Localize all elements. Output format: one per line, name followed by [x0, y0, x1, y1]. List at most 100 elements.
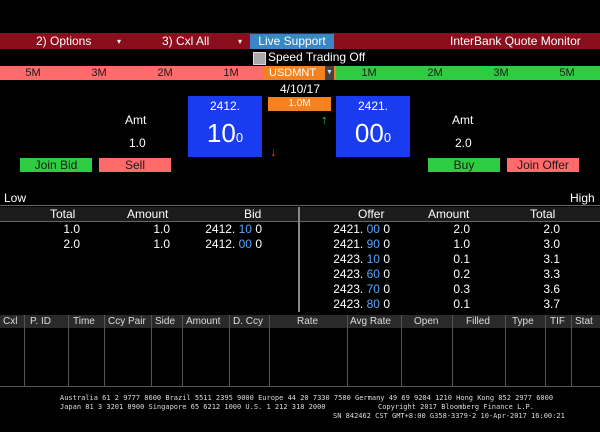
bid-big-figure: 2412. [209, 99, 241, 113]
tenor-right-5m[interactable]: 5M [534, 66, 600, 80]
column-divider [68, 315, 69, 386]
column-divider [347, 315, 348, 386]
header-amount-bid: Amount [127, 207, 169, 221]
currency-pair-select[interactable]: USDMNT ▼ [264, 66, 336, 80]
buy-button[interactable]: Buy [428, 158, 500, 172]
join-bid-button[interactable]: Join Bid [20, 158, 92, 172]
offer-big-figure: 2421. [357, 99, 389, 113]
live-support-button[interactable]: Live Support [250, 34, 334, 49]
currency-pair-value: USDMNT [269, 67, 317, 79]
orders-col-type[interactable]: Type [512, 315, 534, 328]
options-label: 2) Options [36, 34, 92, 48]
table-row[interactable]: 1.0 1.0 2412. 10 0 [0, 222, 298, 236]
table-row[interactable]: 2423. 10 0 0.1 3.1 [300, 252, 600, 266]
orders-col-filled[interactable]: Filled [466, 315, 490, 328]
tenor-left-2m[interactable]: 2M [132, 66, 198, 80]
offer-price: 2421. 90 0 [333, 237, 390, 251]
tenor-right-1m[interactable]: 1M [336, 66, 402, 80]
orders-col-time[interactable]: Time [73, 315, 95, 328]
options-dropdown-icon[interactable]: ▾ [117, 34, 121, 50]
column-divider [104, 315, 105, 386]
orders-col-ccy-pair[interactable]: Ccy Pair [108, 315, 146, 328]
offer-total: 3.7 [543, 297, 560, 311]
orders-col-dccy[interactable]: D. Ccy [233, 315, 263, 328]
cancel-all-label: 3) Cxl All [162, 34, 210, 48]
column-divider [269, 315, 270, 386]
offer-amount: 0.2 [453, 267, 470, 281]
offer-total: 3.0 [543, 237, 560, 251]
tenor-left-5m[interactable]: 5M [0, 66, 66, 80]
footer-copyright: Copyright 2017 Bloomberg Finance L.P. [378, 403, 534, 411]
sell-button[interactable]: Sell [99, 158, 171, 172]
bid-amount-value: 1.0 [129, 136, 146, 150]
offer-price: 2423. 80 0 [333, 297, 390, 311]
speed-trading-toggle[interactable] [253, 52, 266, 65]
column-divider [401, 315, 402, 386]
offer-total: 3.6 [543, 282, 560, 296]
low-label: Low [4, 191, 27, 205]
up-arrow-icon: ↑ [321, 112, 328, 127]
offer-amount: 1.0 [453, 237, 470, 251]
orders-col-side[interactable]: Side [155, 315, 175, 328]
offer-price: 2423. 70 0 [333, 282, 390, 296]
offer-amount-value: 2.0 [455, 136, 472, 150]
header-total-offer: Total [530, 207, 556, 221]
column-divider [151, 315, 152, 386]
tenor-left-1m[interactable]: 1M [198, 66, 264, 80]
table-row[interactable]: 2.0 1.0 2412. 00 0 [0, 237, 298, 251]
orders-col-cxl[interactable]: Cxl [3, 315, 17, 328]
orders-bottom-border [0, 386, 600, 387]
offer-amount: 0.1 [453, 252, 470, 266]
footer-contacts-line2: Japan 81 3 3201 8900 Singapore 65 6212 1… [60, 403, 326, 411]
footer-session-info: SN 842462 CST GMT+8:00 G358-3379-2 10-Ap… [333, 412, 565, 420]
table-row[interactable]: 2423. 80 0 0.1 3.7 [300, 297, 600, 311]
column-divider [505, 315, 506, 386]
tenor-right-3m[interactable]: 3M [468, 66, 534, 80]
offer-total: 3.1 [543, 252, 560, 266]
speed-trading-label: Speed Trading Off [268, 50, 366, 64]
bid-price: 2412. 10 0 [205, 222, 262, 236]
offer-pips: 000 [354, 118, 392, 148]
orders-col-avg-rate[interactable]: Avg Rate [350, 315, 391, 328]
column-divider [571, 315, 572, 386]
amount-select[interactable]: 1.0M [268, 97, 331, 111]
table-row[interactable]: 2421. 00 0 2.0 2.0 [300, 222, 600, 236]
header-bid: Bid [244, 207, 262, 221]
bid-amount: 1.0 [153, 222, 170, 236]
column-divider [545, 315, 546, 386]
bid-total: 2.0 [63, 237, 80, 251]
orders-col-stat[interactable]: Stat [575, 315, 593, 328]
window-title: InterBank Quote Monitor [450, 34, 581, 48]
header-amount-offer: Amount [428, 207, 470, 221]
offer-price: 2423. 10 0 [333, 252, 390, 266]
column-divider [182, 315, 183, 386]
column-divider [452, 315, 453, 386]
offer-total: 3.3 [543, 267, 560, 281]
chevron-down-icon[interactable]: ▼ [325, 66, 334, 80]
orders-col-amount[interactable]: Amount [186, 315, 220, 328]
offer-amount-label: Amt [452, 113, 474, 127]
divider [0, 205, 600, 206]
table-row[interactable]: 2421. 90 0 1.0 3.0 [300, 237, 600, 251]
orders-col-open[interactable]: Open [414, 315, 438, 328]
high-label: High [570, 191, 595, 205]
bid-amount: 1.0 [153, 237, 170, 251]
orders-col-pid[interactable]: P. ID [30, 315, 51, 328]
join-offer-button[interactable]: Join Offer [507, 158, 579, 172]
cancel-all-dropdown-icon[interactable]: ▾ [238, 34, 242, 50]
offer-amount: 2.0 [453, 222, 470, 236]
tenor-left-3m[interactable]: 3M [66, 66, 132, 80]
orders-col-rate[interactable]: Rate [297, 315, 318, 328]
cancel-all-button[interactable]: 3) Cxl All [162, 33, 209, 49]
options-button[interactable]: 2) Options [36, 33, 91, 49]
footer-contacts-line1: Australia 61 2 9777 8600 Brazil 5511 239… [60, 394, 554, 402]
tenor-right-2m[interactable]: 2M [402, 66, 468, 80]
bid-quote-tile[interactable]: 2412. 100 [188, 96, 262, 157]
orders-col-tif[interactable]: TIF [550, 315, 565, 328]
value-date: 4/10/17 [279, 82, 321, 96]
offer-quote-tile[interactable]: 2421. 000 [336, 96, 410, 157]
offer-amount: 0.3 [453, 282, 470, 296]
table-row[interactable]: 2423. 70 0 0.3 3.6 [300, 282, 600, 296]
table-row[interactable]: 2423. 60 0 0.2 3.3 [300, 267, 600, 281]
down-arrow-icon: ↓ [270, 144, 277, 159]
